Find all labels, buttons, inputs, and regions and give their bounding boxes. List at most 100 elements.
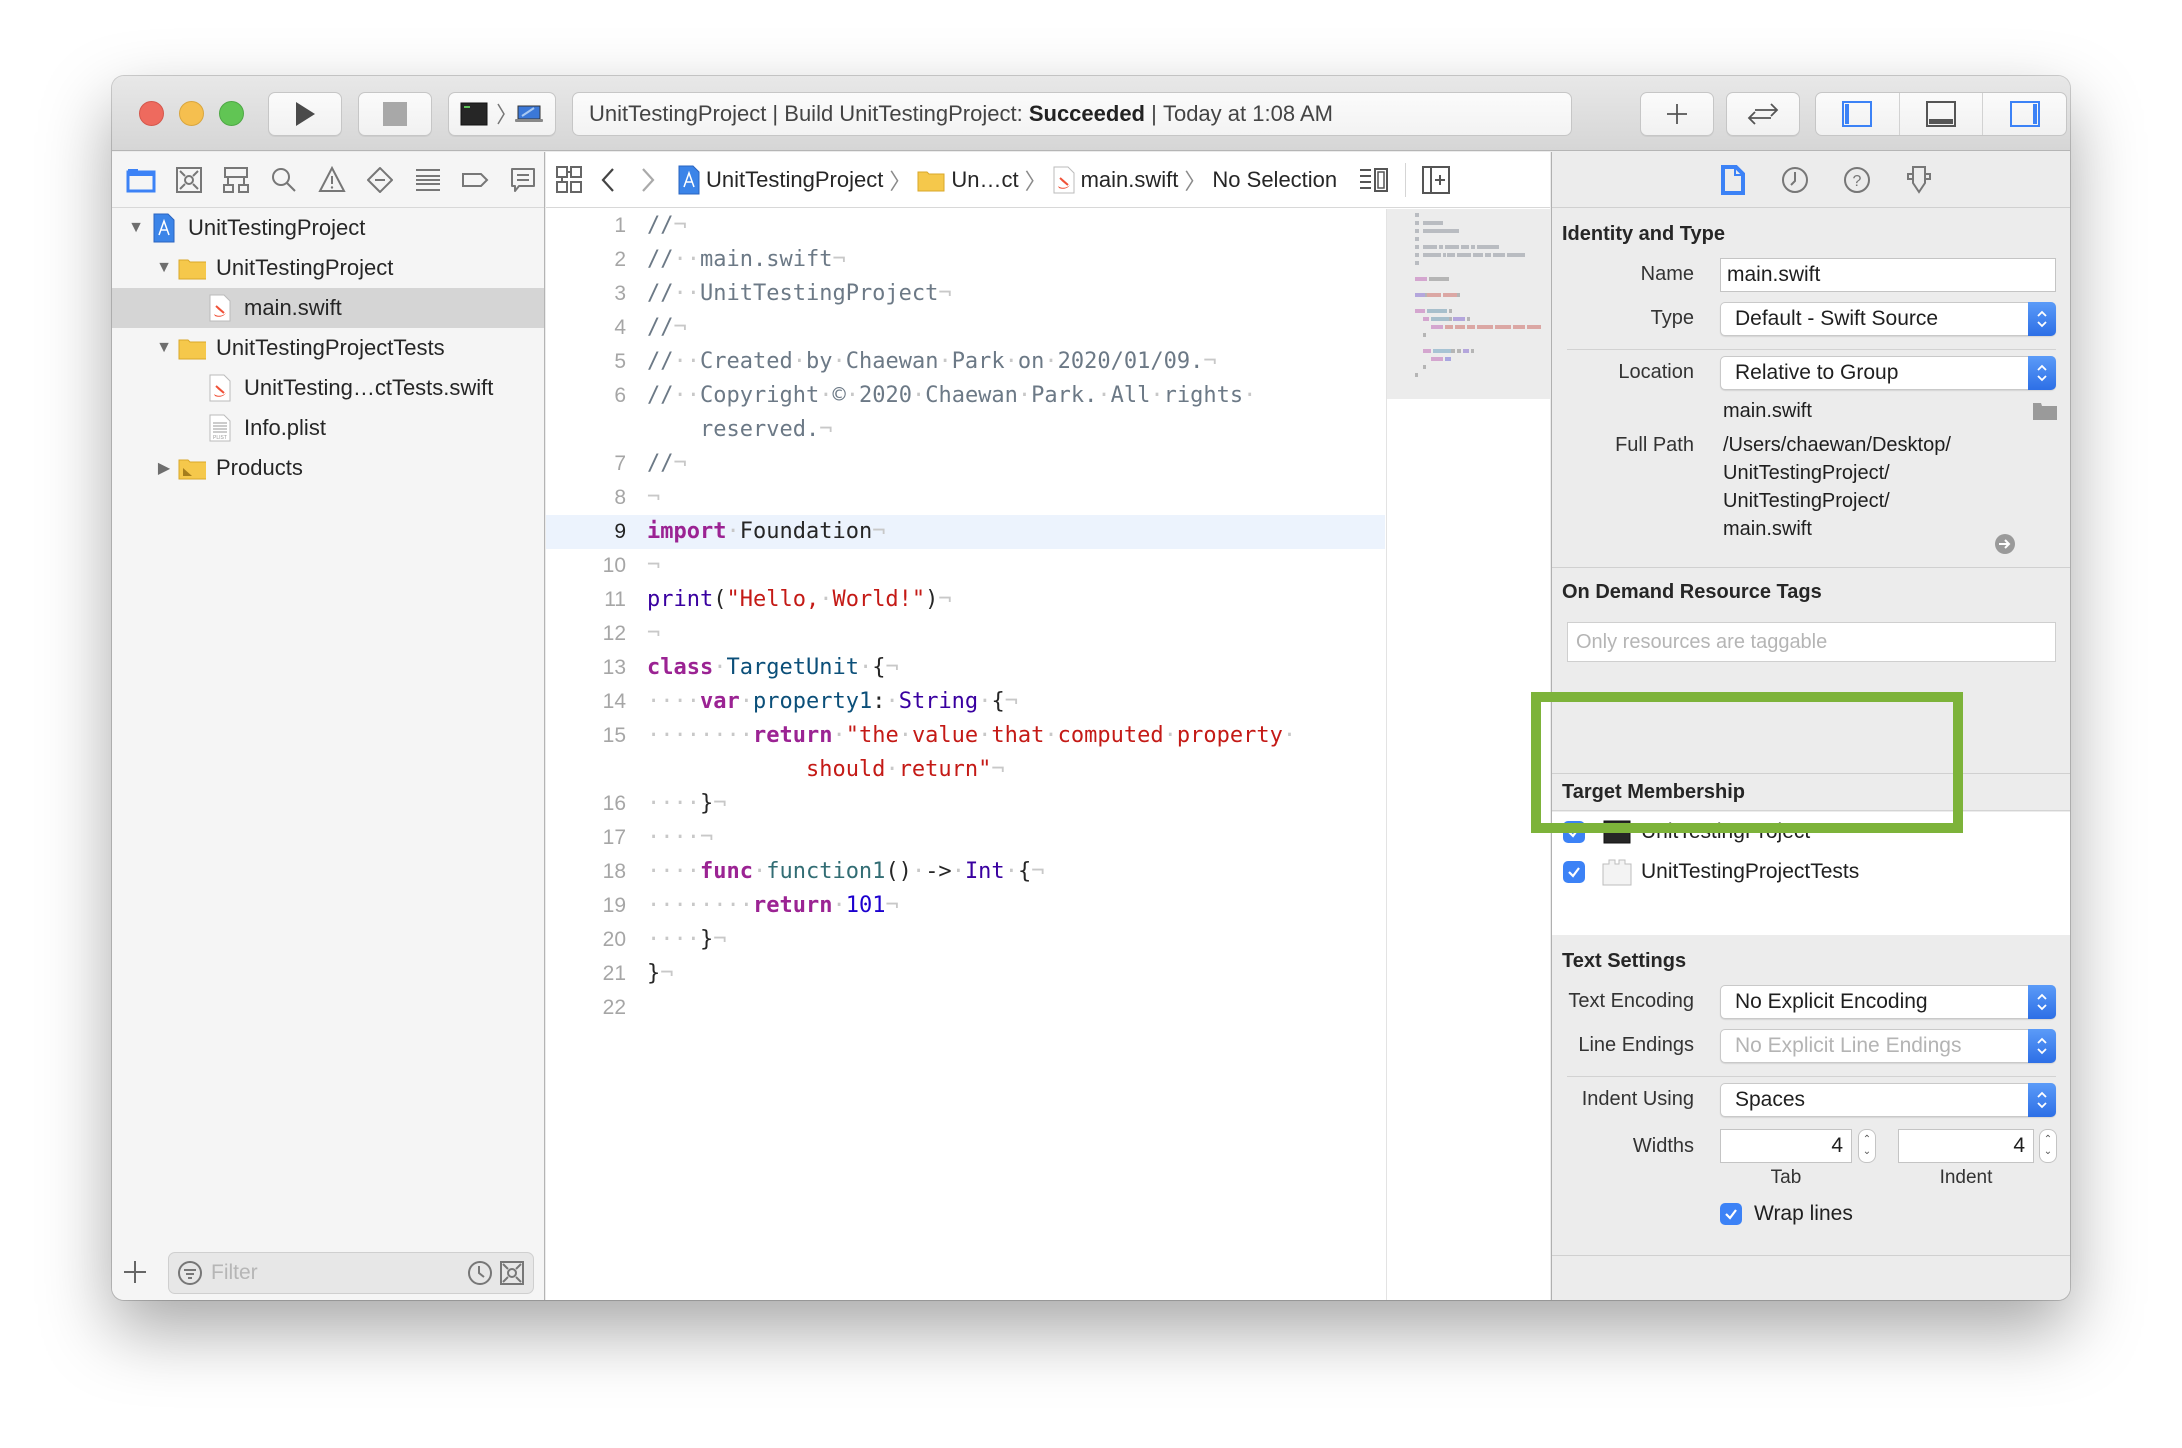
minimize-button[interactable]	[179, 101, 204, 126]
source-control-filter-icon[interactable]	[499, 1260, 525, 1286]
recent-files-clock-icon[interactable]	[467, 1260, 493, 1286]
tab-debug-navigator[interactable]	[407, 159, 449, 201]
disclosure-expanded-icon[interactable]: ▼	[150, 339, 178, 357]
toggle-debug-area-button[interactable]	[1900, 93, 1984, 135]
jump-bar-file[interactable]: main.swift	[1053, 166, 1178, 194]
tree-item[interactable]: ▶UnitTesting…ctTests.swift	[112, 368, 544, 408]
line-number[interactable]: 16	[546, 787, 626, 821]
line-number[interactable]: 3	[546, 277, 626, 311]
code-line[interactable]: 17 ····¬	[546, 821, 1385, 855]
tree-item[interactable]: ▼ UnitTestingProjectTests	[112, 328, 544, 368]
line-endings-popup[interactable]: No Explicit Line Endings	[1720, 1029, 2056, 1063]
code-line[interactable]: 10 ¬	[546, 549, 1385, 583]
line-number[interactable]: 22	[546, 991, 626, 1025]
tab-history-inspector[interactable]	[1775, 160, 1815, 200]
code-line[interactable]: 14 ····var·property1:·String·{¬	[546, 685, 1385, 719]
tree-item[interactable]: ▼ UnitTestingProject	[112, 208, 544, 248]
toggle-navigator-button[interactable]	[1816, 93, 1900, 135]
code-line[interactable]: 1 //¬	[546, 209, 1385, 243]
line-number[interactable]: 1	[546, 209, 626, 243]
code-line[interactable]: 11 print("Hello,·World!")¬	[546, 583, 1385, 617]
add-file-icon[interactable]	[122, 1259, 148, 1285]
minimap[interactable]	[1386, 209, 1550, 1300]
code-line[interactable]: 9 import·Foundation¬	[546, 515, 1385, 549]
zoom-button[interactable]	[219, 101, 244, 126]
line-number[interactable]: 4	[546, 311, 626, 345]
tab-find-navigator[interactable]	[263, 159, 305, 201]
code-area[interactable]: 1//¬ 2//··main.swift¬ 3//··UnitTestingProj…	[546, 209, 1385, 1300]
code-line[interactable]: 18 ····func·function1()·->·Int·{¬	[546, 855, 1385, 889]
name-field[interactable]: main.swift	[1720, 258, 2056, 292]
tree-item[interactable]: ▶ Products	[112, 448, 544, 488]
back-chevron-icon[interactable]	[600, 167, 616, 193]
target-row[interactable]: UnitTestingProject	[1563, 812, 1810, 852]
code-line[interactable]: 19 ········return·101¬	[546, 889, 1385, 923]
stop-button[interactable]	[358, 92, 432, 136]
choose-folder-icon[interactable]	[2033, 400, 2057, 420]
line-number[interactable]: 21	[546, 957, 626, 991]
line-number[interactable]: 11	[546, 583, 626, 617]
tree-item[interactable]: ▶PLISTInfo.plist	[112, 408, 544, 448]
tab-accessibility-inspector[interactable]	[1899, 160, 1939, 200]
code-line[interactable]: 13 class·TargetUnit·{¬	[546, 651, 1385, 685]
line-number[interactable]: 14	[546, 685, 626, 719]
tab-file-inspector[interactable]	[1713, 160, 1753, 200]
code-line[interactable]: 15 ········return·"the·value·that·compute…	[546, 719, 1385, 787]
line-number[interactable]: 12	[546, 617, 626, 651]
line-number[interactable]: 10	[546, 549, 626, 583]
code-line[interactable]: 5//··Created·by·Chaewan·Park·on·2020/01/…	[546, 345, 1385, 379]
indent-using-popup[interactable]: Spaces	[1720, 1083, 2056, 1117]
code-line[interactable]: 4 //¬	[546, 311, 1385, 345]
line-number[interactable]: 18	[546, 855, 626, 889]
scheme-selector[interactable]	[448, 92, 556, 136]
line-number[interactable]: 5	[546, 345, 626, 379]
tab-report-navigator[interactable]	[502, 159, 544, 201]
line-number[interactable]: 8	[546, 481, 626, 515]
related-items-icon[interactable]	[556, 165, 582, 194]
indent-width-stepper[interactable]: ⌃ ⌄	[2039, 1129, 2057, 1163]
line-number[interactable]: 13	[546, 651, 626, 685]
code-line[interactable]: 16 ····}¬	[546, 787, 1385, 821]
tab-symbol-navigator[interactable]	[216, 159, 258, 201]
reveal-in-finder-arrow-icon[interactable]	[1994, 533, 2016, 555]
disclosure-collapsed-icon[interactable]: ▶	[150, 458, 178, 478]
editor-options-icon[interactable]	[1359, 167, 1389, 193]
line-number[interactable]: 7	[546, 447, 626, 481]
close-button[interactable]	[139, 101, 164, 126]
line-number[interactable]: 19	[546, 889, 626, 923]
tree-item[interactable]: ▶main.swift	[112, 288, 544, 328]
disclosure-expanded-icon[interactable]: ▼	[122, 219, 150, 237]
minimap-visible-region[interactable]	[1387, 209, 1550, 399]
code-review-button[interactable]	[1726, 92, 1800, 136]
tab-source-control-navigator[interactable]	[168, 159, 210, 201]
jump-bar-project[interactable]: UnitTestingProject	[678, 165, 883, 195]
library-button[interactable]	[1640, 92, 1714, 136]
code-line[interactable]: 12 ¬	[546, 617, 1385, 651]
line-number[interactable]: 17	[546, 821, 626, 855]
filter-input[interactable]	[211, 1261, 451, 1285]
resource-tags-field[interactable]	[1567, 622, 2056, 662]
tree-item[interactable]: ▼ UnitTestingProject	[112, 248, 544, 288]
tab-width-field[interactable]: 4	[1720, 1129, 1852, 1163]
indent-width-field[interactable]: 4	[1898, 1129, 2034, 1163]
line-number[interactable]: 9	[546, 515, 626, 549]
location-popup[interactable]: Relative to Group	[1720, 356, 2056, 390]
tab-issue-navigator[interactable]	[311, 159, 353, 201]
target-row[interactable]: UnitTestingProjectTests	[1563, 852, 1859, 892]
code-line[interactable]: 3 //··UnitTestingProject¬	[546, 277, 1385, 311]
wrap-lines-checkbox[interactable]	[1720, 1203, 1742, 1225]
tab-width-stepper[interactable]: ⌃ ⌄	[1858, 1129, 1876, 1163]
code-line[interactable]: 8 ¬	[546, 481, 1385, 515]
split-editor-icon[interactable]	[1422, 165, 1451, 194]
resource-tags-input[interactable]	[1576, 630, 2055, 654]
line-number[interactable]: 20	[546, 923, 626, 957]
code-line[interactable]: 22	[546, 991, 1385, 1025]
wrap-lines-option[interactable]: Wrap lines	[1720, 1202, 1853, 1226]
code-line[interactable]: 20 ····}¬	[546, 923, 1385, 957]
jump-bar-symbol[interactable]: No Selection	[1212, 167, 1337, 193]
target-checkbox[interactable]	[1563, 821, 1585, 843]
run-button[interactable]	[268, 92, 342, 136]
text-encoding-popup[interactable]: No Explicit Encoding	[1720, 985, 2056, 1019]
navigator-filter-field[interactable]	[168, 1252, 534, 1294]
tab-project-navigator[interactable]	[120, 159, 162, 201]
